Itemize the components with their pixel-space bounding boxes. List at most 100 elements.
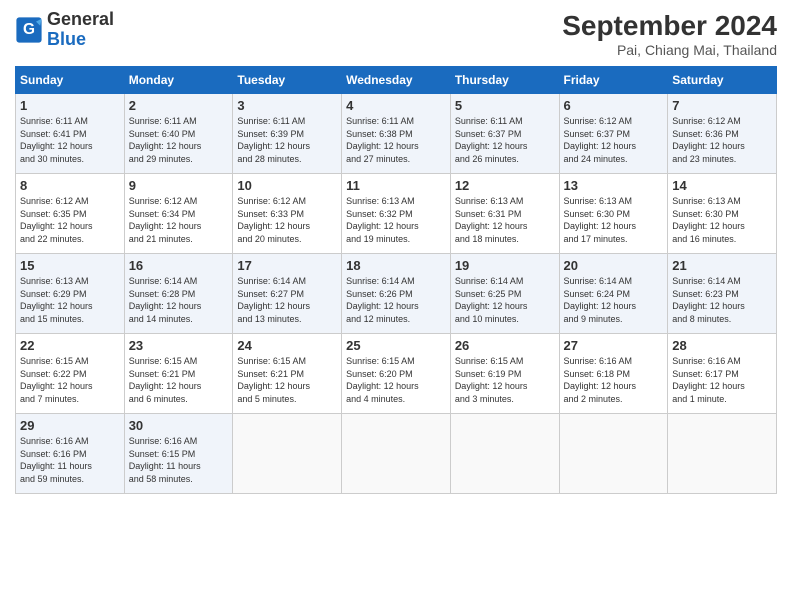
col-header-tuesday: Tuesday: [233, 67, 342, 94]
day-info: Sunrise: 6:15 AM Sunset: 6:21 PM Dayligh…: [129, 355, 229, 405]
calendar-cell: [342, 414, 451, 494]
calendar-cell: 3Sunrise: 6:11 AM Sunset: 6:39 PM Daylig…: [233, 94, 342, 174]
day-number: 26: [455, 338, 555, 353]
day-info: Sunrise: 6:16 AM Sunset: 6:16 PM Dayligh…: [20, 435, 120, 485]
calendar-cell: [668, 414, 777, 494]
day-info: Sunrise: 6:14 AM Sunset: 6:26 PM Dayligh…: [346, 275, 446, 325]
calendar-cell: 30Sunrise: 6:16 AM Sunset: 6:15 PM Dayli…: [124, 414, 233, 494]
header: G General Blue September 2024 Pai, Chian…: [15, 10, 777, 58]
day-info: Sunrise: 6:13 AM Sunset: 6:30 PM Dayligh…: [672, 195, 772, 245]
day-info: Sunrise: 6:15 AM Sunset: 6:19 PM Dayligh…: [455, 355, 555, 405]
calendar-cell: 28 Sunrise: 6:16 AM Sunset: 6:17 PM Dayli…: [668, 334, 777, 414]
calendar-cell: 10 Sunrise: 6:12 AM Sunset: 6:33 PM Dayli…: [233, 174, 342, 254]
week-row-5: 29 Sunrise: 6:16 AM Sunset: 6:16 PM Dayli…: [16, 414, 777, 494]
svg-text:G: G: [23, 21, 35, 38]
day-info: Sunrise: 6:11 AM Sunset: 6:38 PM Dayligh…: [346, 115, 446, 165]
day-number: 8: [20, 178, 120, 193]
day-number: 28: [672, 338, 772, 353]
day-number: 13: [564, 178, 664, 193]
calendar-cell: 21 Sunrise: 6:14 AM Sunset: 6:23 PM Dayli…: [668, 254, 777, 334]
day-number: 14: [672, 178, 772, 193]
calendar-cell: 2 Sunrise: 6:11 AM Sunset: 6:40 PM Daylig…: [124, 94, 233, 174]
calendar-cell: 15 Sunrise: 6:13 AM Sunset: 6:29 PM Dayli…: [16, 254, 125, 334]
calendar-cell: 16Sunrise: 6:14 AM Sunset: 6:28 PM Dayli…: [124, 254, 233, 334]
day-number: 22: [20, 338, 120, 353]
day-number: 15: [20, 258, 120, 273]
day-info: Sunrise: 6:15 AM Sunset: 6:20 PM Dayligh…: [346, 355, 446, 405]
col-header-thursday: Thursday: [450, 67, 559, 94]
day-info: Sunrise: 6:11 AM Sunset: 6:37 PM Dayligh…: [455, 115, 555, 165]
calendar-cell: 18Sunrise: 6:14 AM Sunset: 6:26 PM Dayli…: [342, 254, 451, 334]
calendar-cell: 26 Sunrise: 6:15 AM Sunset: 6:19 PM Dayli…: [450, 334, 559, 414]
day-info: Sunrise: 6:15 AM Sunset: 6:22 PM Dayligh…: [20, 355, 120, 405]
day-info: Sunrise: 6:14 AM Sunset: 6:25 PM Dayligh…: [455, 275, 555, 325]
day-number: 10: [237, 178, 337, 193]
col-header-monday: Monday: [124, 67, 233, 94]
col-header-saturday: Saturday: [668, 67, 777, 94]
header-row: SundayMondayTuesdayWednesdayThursdayFrid…: [16, 67, 777, 94]
calendar-cell: 29 Sunrise: 6:16 AM Sunset: 6:16 PM Dayli…: [16, 414, 125, 494]
day-info: Sunrise: 6:12 AM Sunset: 6:33 PM Dayligh…: [237, 195, 337, 245]
calendar-cell: 7 Sunrise: 6:12 AM Sunset: 6:36 PM Daylig…: [668, 94, 777, 174]
calendar-cell: 23 Sunrise: 6:15 AM Sunset: 6:21 PM Dayli…: [124, 334, 233, 414]
day-info: Sunrise: 6:16 AM Sunset: 6:17 PM Dayligh…: [672, 355, 772, 405]
day-number: 27: [564, 338, 664, 353]
day-number: 5: [455, 98, 555, 113]
calendar-cell: 13 Sunrise: 6:13 AM Sunset: 6:30 PM Dayli…: [559, 174, 668, 254]
day-number: 6: [564, 98, 664, 113]
calendar-cell: 20Sunrise: 6:14 AM Sunset: 6:24 PM Dayli…: [559, 254, 668, 334]
logo-icon: G: [15, 16, 43, 44]
calendar-cell: 12 Sunrise: 6:13 AM Sunset: 6:31 PM Dayli…: [450, 174, 559, 254]
day-info: Sunrise: 6:13 AM Sunset: 6:30 PM Dayligh…: [564, 195, 664, 245]
day-info: Sunrise: 6:16 AM Sunset: 6:18 PM Dayligh…: [564, 355, 664, 405]
calendar-cell: 25 Sunrise: 6:15 AM Sunset: 6:20 PM Dayli…: [342, 334, 451, 414]
calendar-cell: [559, 414, 668, 494]
day-number: 25: [346, 338, 446, 353]
page-container: G General Blue September 2024 Pai, Chian…: [0, 0, 792, 504]
calendar-cell: [450, 414, 559, 494]
day-number: 17: [237, 258, 337, 273]
day-info: Sunrise: 6:12 AM Sunset: 6:36 PM Dayligh…: [672, 115, 772, 165]
day-info: Sunrise: 6:15 AM Sunset: 6:21 PM Dayligh…: [237, 355, 337, 405]
calendar-cell: 9Sunrise: 6:12 AM Sunset: 6:34 PM Daylig…: [124, 174, 233, 254]
week-row-4: 22 Sunrise: 6:15 AM Sunset: 6:22 PM Dayli…: [16, 334, 777, 414]
day-number: 12: [455, 178, 555, 193]
day-number: 9: [129, 178, 229, 193]
calendar-cell: 11 Sunrise: 6:13 AM Sunset: 6:32 PM Dayli…: [342, 174, 451, 254]
day-info: Sunrise: 6:13 AM Sunset: 6:32 PM Dayligh…: [346, 195, 446, 245]
day-number: 7: [672, 98, 772, 113]
day-number: 29: [20, 418, 120, 433]
day-info: Sunrise: 6:11 AM Sunset: 6:41 PM Dayligh…: [20, 115, 120, 165]
calendar-cell: [233, 414, 342, 494]
calendar-cell: 4 Sunrise: 6:11 AM Sunset: 6:38 PM Daylig…: [342, 94, 451, 174]
day-number: 2: [129, 98, 229, 113]
day-number: 20: [564, 258, 664, 273]
day-info: Sunrise: 6:13 AM Sunset: 6:31 PM Dayligh…: [455, 195, 555, 245]
title-block: September 2024 Pai, Chiang Mai, Thailand: [562, 10, 777, 58]
col-header-friday: Friday: [559, 67, 668, 94]
month-title: September 2024: [562, 10, 777, 42]
day-number: 4: [346, 98, 446, 113]
day-number: 21: [672, 258, 772, 273]
day-number: 11: [346, 178, 446, 193]
calendar-cell: 6Sunrise: 6:12 AM Sunset: 6:37 PM Daylig…: [559, 94, 668, 174]
day-info: Sunrise: 6:11 AM Sunset: 6:39 PM Dayligh…: [237, 115, 337, 165]
col-header-sunday: Sunday: [16, 67, 125, 94]
week-row-1: 1Sunrise: 6:11 AM Sunset: 6:41 PM Daylig…: [16, 94, 777, 174]
day-number: 16: [129, 258, 229, 273]
week-row-2: 8Sunrise: 6:12 AM Sunset: 6:35 PM Daylig…: [16, 174, 777, 254]
day-info: Sunrise: 6:13 AM Sunset: 6:29 PM Dayligh…: [20, 275, 120, 325]
day-number: 23: [129, 338, 229, 353]
calendar-cell: 22 Sunrise: 6:15 AM Sunset: 6:22 PM Dayli…: [16, 334, 125, 414]
day-info: Sunrise: 6:14 AM Sunset: 6:27 PM Dayligh…: [237, 275, 337, 325]
day-info: Sunrise: 6:14 AM Sunset: 6:23 PM Dayligh…: [672, 275, 772, 325]
calendar-cell: 17 Sunrise: 6:14 AM Sunset: 6:27 PM Dayli…: [233, 254, 342, 334]
col-header-wednesday: Wednesday: [342, 67, 451, 94]
day-number: 30: [129, 418, 229, 433]
week-row-3: 15 Sunrise: 6:13 AM Sunset: 6:29 PM Dayli…: [16, 254, 777, 334]
day-info: Sunrise: 6:11 AM Sunset: 6:40 PM Dayligh…: [129, 115, 229, 165]
calendar-cell: 19Sunrise: 6:14 AM Sunset: 6:25 PM Dayli…: [450, 254, 559, 334]
calendar-cell: 27 Sunrise: 6:16 AM Sunset: 6:18 PM Dayli…: [559, 334, 668, 414]
calendar-cell: 1Sunrise: 6:11 AM Sunset: 6:41 PM Daylig…: [16, 94, 125, 174]
location: Pai, Chiang Mai, Thailand: [562, 42, 777, 58]
